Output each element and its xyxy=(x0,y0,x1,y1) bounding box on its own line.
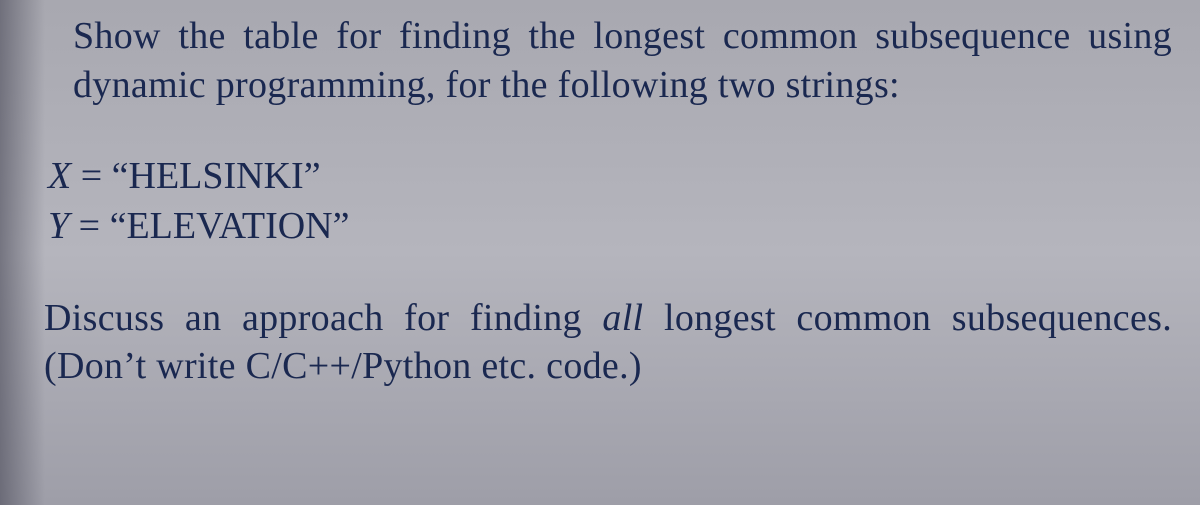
y-value: “ELEVATION” xyxy=(110,205,350,247)
string-definitions: X = “HELSINKI” Y = “ELEVATION” xyxy=(48,151,1172,251)
x-definition: X = “HELSINKI” xyxy=(48,151,1172,201)
y-definition: Y = “ELEVATION” xyxy=(48,201,1172,251)
discussion-prompt: Discuss an approach for finding all long… xyxy=(44,294,1172,391)
discussion-pre: Discuss an approach for finding xyxy=(44,297,602,339)
x-equals: = xyxy=(71,155,111,197)
x-variable: X xyxy=(48,155,71,197)
y-equals: = xyxy=(69,205,109,247)
discussion-emph: all xyxy=(602,297,643,339)
y-variable: Y xyxy=(48,205,69,247)
problem-statement: Show the table for finding the longest c… xyxy=(73,12,1172,109)
x-value: “HELSINKI” xyxy=(112,155,321,197)
